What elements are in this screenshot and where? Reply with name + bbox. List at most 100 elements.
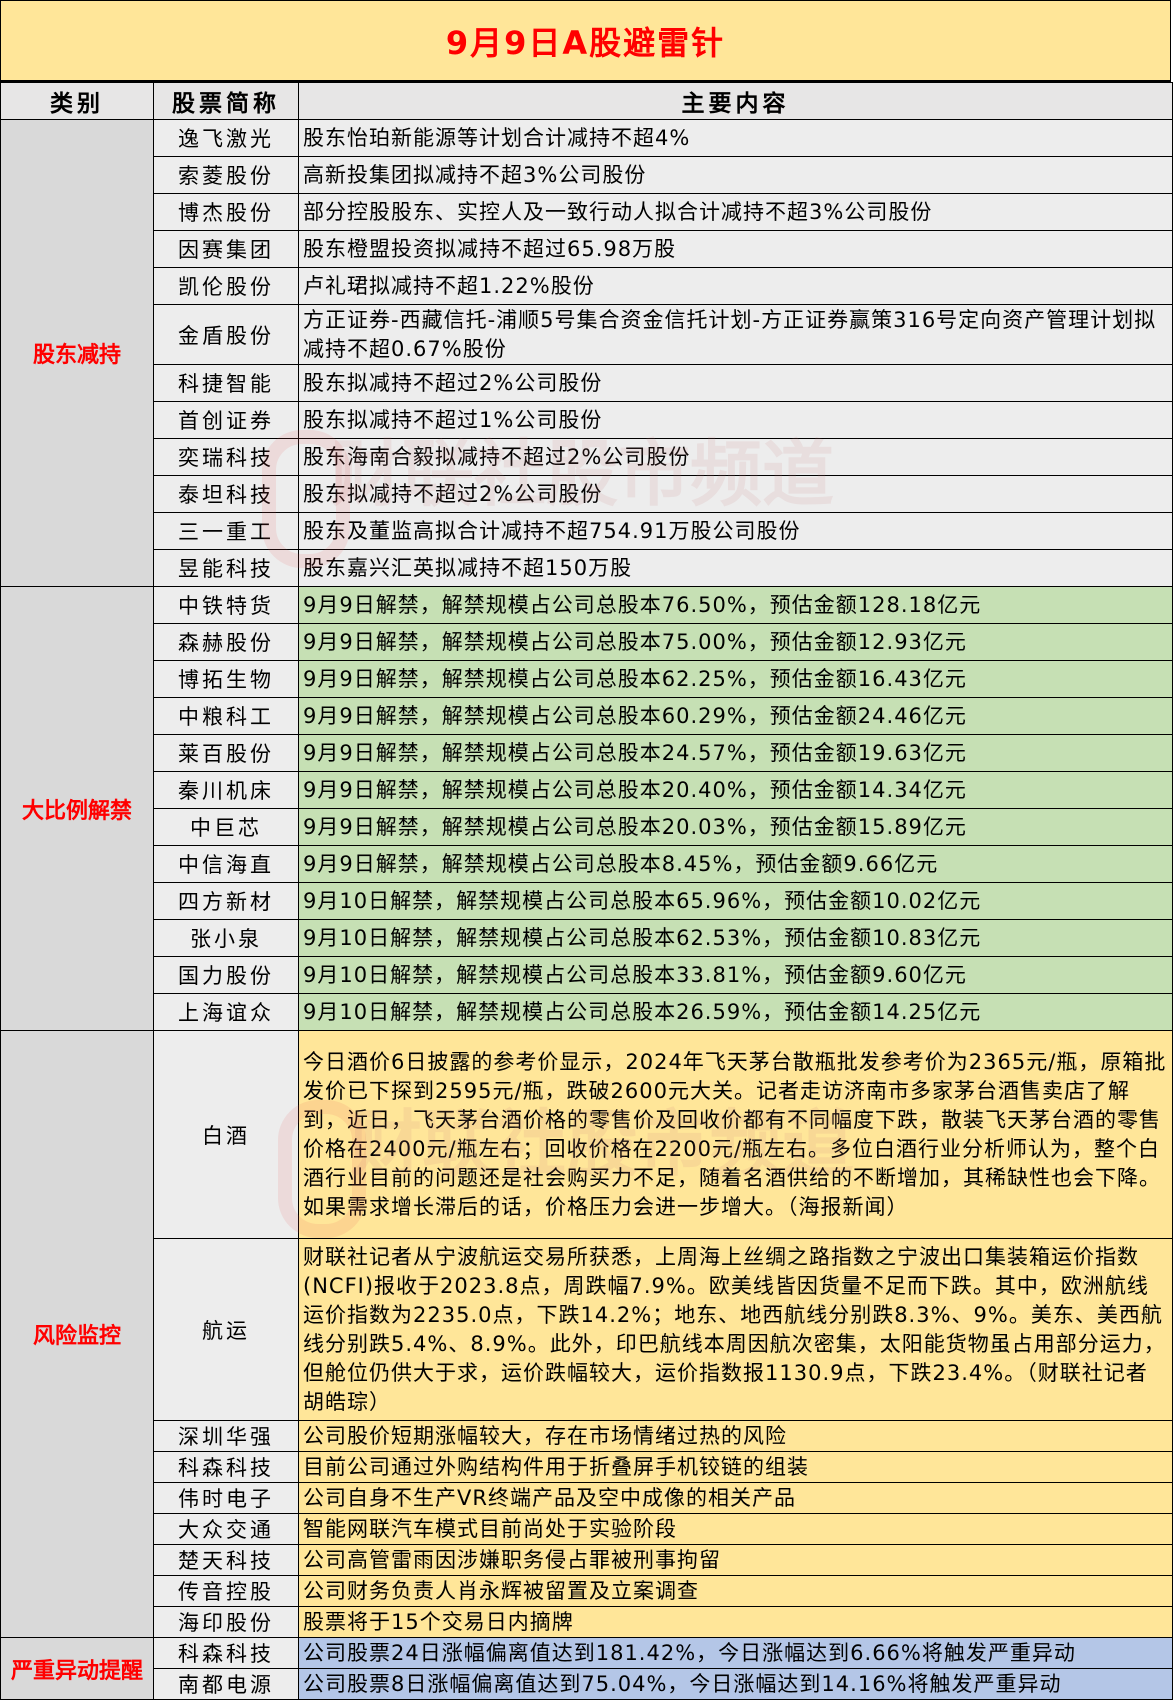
table-row: 科捷智能 股东拟减持不超过2%公司股份: [1, 364, 1173, 402]
category-risk-monitor: 风险监控: [0, 1030, 154, 1638]
content-cell: 方正证券-西藏信托-浦顺5号集合资金信托计划-方正证券赢策316号定向资产管理计…: [298, 304, 1173, 365]
table-row: 中巨芯 9月9日解禁，解禁规模占公司总股本20.03%，预估金额15.89亿元: [1, 808, 1173, 846]
table-row: 大比例解禁 中铁特货 9月9日解禁，解禁规模占公司总股本76.50%，预估金额128…: [0, 586, 1173, 1031]
content-cell: 股东嘉兴汇英拟减持不超150万股: [298, 549, 1173, 587]
content-cell: 公司自身不生产VR终端产品及空中成像的相关产品: [298, 1482, 1173, 1514]
content-cell: 公司股票24日涨幅偏离值达到181.42%，今日涨幅达到6.66%将触发严重异动: [298, 1637, 1173, 1669]
table-row: 风险监控 白酒 今日酒价6日披露的参考价显示，2024年飞天茅台散瓶批发参考价为23…: [0, 1030, 1173, 1638]
table-row: 莱百股份 9月9日解禁，解禁规模占公司总股本24.57%，预估金额19.63亿元: [1, 734, 1173, 772]
content-cell: 9月10日解禁，解禁规模占公司总股本33.81%，预估金额9.60亿元: [298, 956, 1173, 994]
content-cell: 股东拟减持不超过1%公司股份: [298, 401, 1173, 439]
table-row: 严重异动提醒 科森科技 公司股票24日涨幅偏离值达到181.42%，今日涨幅达到6.…: [0, 1637, 1173, 1700]
stock-name: 索菱股份: [153, 156, 299, 194]
stock-name: 楚天科技: [153, 1544, 299, 1576]
stock-name: 博拓生物: [153, 660, 299, 698]
table-row: 上海谊众 9月10日解禁，解禁规模占公司总股本26.59%，预估金额14.25亿元: [1, 993, 1173, 1031]
stock-name: 海印股份: [153, 1606, 299, 1638]
content-cell: 部分控股股东、实控人及一致行动人拟合计减持不超3%公司股份: [298, 193, 1173, 231]
table-row: 张小泉 9月10日解禁，解禁规模占公司总股本62.53%，预估金额10.83亿元: [1, 919, 1173, 957]
table-row: 楚天科技 公司高管雷雨因涉嫌职务侵占罪被刑事拘留: [1, 1544, 1173, 1576]
stock-name: 中粮科工: [153, 697, 299, 735]
stock-name: 科森科技: [153, 1451, 299, 1483]
content-cell: 9月9日解禁，解禁规模占公司总股本76.50%，预估金额128.18亿元: [298, 586, 1173, 624]
content-cell: 股东橙盟投资拟减持不超过65.98万股: [298, 230, 1173, 268]
content-cell: 9月9日解禁，解禁规模占公司总股本24.57%，预估金额19.63亿元: [298, 734, 1173, 772]
content-cell: 公司财务负责人肖永辉被留置及立案调查: [298, 1575, 1173, 1607]
table-row: 南都电源 公司股票8日涨幅偏离值达到75.04%，今日涨幅达到14.16%将触发严…: [1, 1668, 1173, 1700]
content-cell: 卢礼珺拟减持不超1.22%股份: [298, 267, 1173, 305]
stock-name: 南都电源: [153, 1668, 299, 1700]
table-row: 金盾股份 方正证券-西藏信托-浦顺5号集合资金信托计划-方正证券赢策316号定向资…: [1, 304, 1173, 365]
content-cell: 股东拟减持不超过2%公司股份: [298, 475, 1173, 513]
table-row: 传音控股 公司财务负责人肖永辉被留置及立案调查: [1, 1575, 1173, 1607]
table-row: 奕瑞科技 股东海南合毅拟减持不超过2%公司股份: [1, 438, 1173, 476]
stock-name: 白酒: [153, 1030, 299, 1239]
table-row: 中粮科工 9月9日解禁，解禁规模占公司总股本60.29%，预估金额24.46亿元: [1, 697, 1173, 735]
content-cell: 9月9日解禁，解禁规模占公司总股本8.45%，预估金额9.66亿元: [298, 845, 1173, 883]
stock-name: 国力股份: [153, 956, 299, 994]
content-cell: 9月9日解禁，解禁规模占公司总股本60.29%，预估金额24.46亿元: [298, 697, 1173, 735]
table-row: 航运 财联社记者从宁波航运交易所获悉，上周海上丝绸之路指数之宁波出口集装箱运价指数…: [1, 1238, 1173, 1421]
content-cell: 9月9日解禁，解禁规模占公司总股本75.00%，预估金额12.93亿元: [298, 623, 1173, 661]
category-large-unlock: 大比例解禁: [0, 586, 154, 1031]
stock-name: 科森科技: [153, 1637, 299, 1669]
stock-name: 秦川机床: [153, 771, 299, 809]
table-row: 泰坦科技 股东拟减持不超过2%公司股份: [1, 475, 1173, 513]
content-cell: 今日酒价6日披露的参考价显示，2024年飞天茅台散瓶批发参考价为2365元/瓶，…: [298, 1030, 1173, 1239]
content-cell: 公司高管雷雨因涉嫌职务侵占罪被刑事拘留: [298, 1544, 1173, 1576]
table-row: 博拓生物 9月9日解禁，解禁规模占公司总股本62.25%，预估金额16.43亿元: [1, 660, 1173, 698]
stock-name: 森赫股份: [153, 623, 299, 661]
page-title: 9月9日A股避雷针: [0, 0, 1171, 82]
table-row: 昱能科技 股东嘉兴汇英拟减持不超150万股: [1, 549, 1173, 587]
header-stock: 股票简称: [153, 82, 299, 120]
content-cell: 9月9日解禁，解禁规模占公司总股本62.25%，预估金额16.43亿元: [298, 660, 1173, 698]
stock-name: 逸飞激光: [153, 119, 299, 157]
stock-name: 四方新材: [153, 882, 299, 920]
stock-name: 中信海直: [153, 845, 299, 883]
stock-name: 首创证券: [153, 401, 299, 439]
stock-name: 博杰股份: [153, 193, 299, 231]
content-cell: 股东拟减持不超过2%公司股份: [298, 364, 1173, 402]
table-row: 三一重工 股东及董监高拟合计减持不超754.91万股公司股份: [1, 512, 1173, 550]
stock-name: 张小泉: [153, 919, 299, 957]
stock-name: 航运: [153, 1238, 299, 1421]
content-cell: 9月10日解禁，解禁规模占公司总股本65.96%，预估金额10.02亿元: [298, 882, 1173, 920]
content-cell: 目前公司通过外购结构件用于折叠屏手机铰链的组装: [298, 1451, 1173, 1483]
content-cell: 9月9日解禁，解禁规模占公司总股本20.03%，预估金额15.89亿元: [298, 808, 1173, 846]
risk-table: 类别 股票简称 主要内容 股东减持 逸飞激光 股东怡珀新能源等计划合计减持不超4% 索…: [0, 82, 1173, 1700]
table-row: 深圳华强 公司股价短期涨幅较大，存在市场情绪过热的风险: [1, 1420, 1173, 1452]
content-cell: 9月9日解禁，解禁规模占公司总股本20.40%，预估金额14.34亿元: [298, 771, 1173, 809]
header-category: 类别: [0, 82, 154, 120]
content-cell: 9月10日解禁，解禁规模占公司总股本26.59%，预估金额14.25亿元: [298, 993, 1173, 1031]
table-row: 国力股份 9月10日解禁，解禁规模占公司总股本33.81%，预估金额9.60亿元: [1, 956, 1173, 994]
table-row: 因赛集团 股东橙盟投资拟减持不超过65.98万股: [1, 230, 1173, 268]
stock-name: 上海谊众: [153, 993, 299, 1031]
table-row: 大众交通 智能网联汽车模式目前尚处于实验阶段: [1, 1513, 1173, 1545]
category-severe-anomaly-alert: 严重异动提醒: [0, 1637, 154, 1700]
stock-name: 传音控股: [153, 1575, 299, 1607]
content-cell: 股票将于15个交易日内摘牌: [298, 1606, 1173, 1638]
content-cell: 智能网联汽车模式目前尚处于实验阶段: [298, 1513, 1173, 1545]
stock-name: 莱百股份: [153, 734, 299, 772]
stock-name: 昱能科技: [153, 549, 299, 587]
table-row: 森赫股份 9月9日解禁，解禁规模占公司总股本75.00%，预估金额12.93亿元: [1, 623, 1173, 661]
table-row: 索菱股份 高新投集团拟减持不超3%公司股份: [1, 156, 1173, 194]
header-row: 类别 股票简称 主要内容: [0, 82, 1173, 120]
stock-name: 奕瑞科技: [153, 438, 299, 476]
stock-name: 科捷智能: [153, 364, 299, 402]
stock-name: 中巨芯: [153, 808, 299, 846]
content-cell: 公司股票8日涨幅偏离值达到75.04%，今日涨幅达到14.16%将触发严重异动: [298, 1668, 1173, 1700]
content-cell: 9月10日解禁，解禁规模占公司总股本62.53%，预估金额10.83亿元: [298, 919, 1173, 957]
table-row: 股东减持 逸飞激光 股东怡珀新能源等计划合计减持不超4%: [0, 119, 1173, 587]
content-cell: 股东及董监高拟合计减持不超754.91万股公司股份: [298, 512, 1173, 550]
stock-name: 金盾股份: [153, 304, 299, 365]
category-shareholder-reduction: 股东减持: [0, 119, 154, 587]
content-cell: 股东海南合毅拟减持不超过2%公司股份: [298, 438, 1173, 476]
stock-name: 大众交通: [153, 1513, 299, 1545]
table-row: 中信海直 9月9日解禁，解禁规模占公司总股本8.45%，预估金额9.66亿元: [1, 845, 1173, 883]
table-row: 海印股份 股票将于15个交易日内摘牌: [1, 1606, 1173, 1638]
stock-name: 泰坦科技: [153, 475, 299, 513]
stock-name: 中铁特货: [153, 586, 299, 624]
table-row: 秦川机床 9月9日解禁，解禁规模占公司总股本20.40%，预估金额14.34亿元: [1, 771, 1173, 809]
table-row: 凯伦股份 卢礼珺拟减持不超1.22%股份: [1, 267, 1173, 305]
